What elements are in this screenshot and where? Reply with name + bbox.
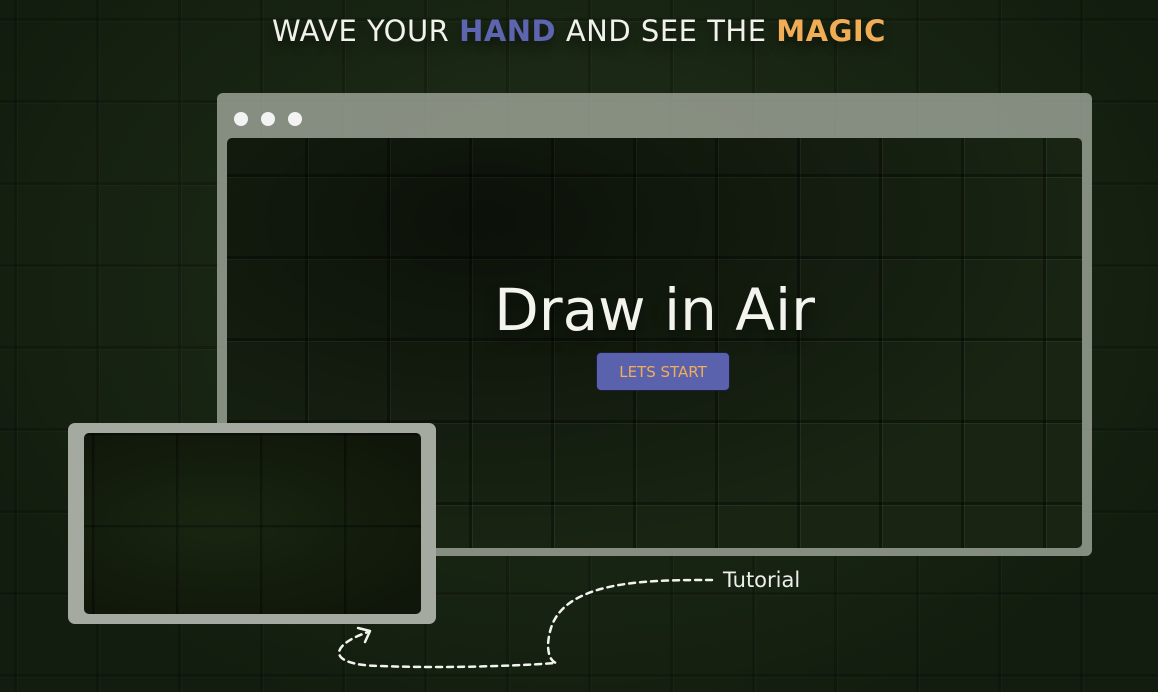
headline-highlight-magic: MAGIC (776, 14, 886, 48)
headline: WAVE YOUR HAND AND SEE THE MAGIC (0, 14, 1158, 48)
lets-start-button[interactable]: LETS START (596, 352, 730, 391)
window-controls (234, 112, 302, 126)
window-dot-icon (234, 112, 248, 126)
tutorial-link[interactable]: Tutorial (723, 568, 800, 592)
headline-highlight-hand: HAND (459, 14, 557, 48)
window-dot-icon (288, 112, 302, 126)
curved-dashed-arrow-icon (337, 578, 714, 669)
headline-text-1: WAVE YOUR (272, 14, 460, 48)
headline-text-2: AND SEE THE (556, 14, 777, 48)
window-dot-icon (261, 112, 275, 126)
app-title: Draw in Air (494, 276, 815, 344)
